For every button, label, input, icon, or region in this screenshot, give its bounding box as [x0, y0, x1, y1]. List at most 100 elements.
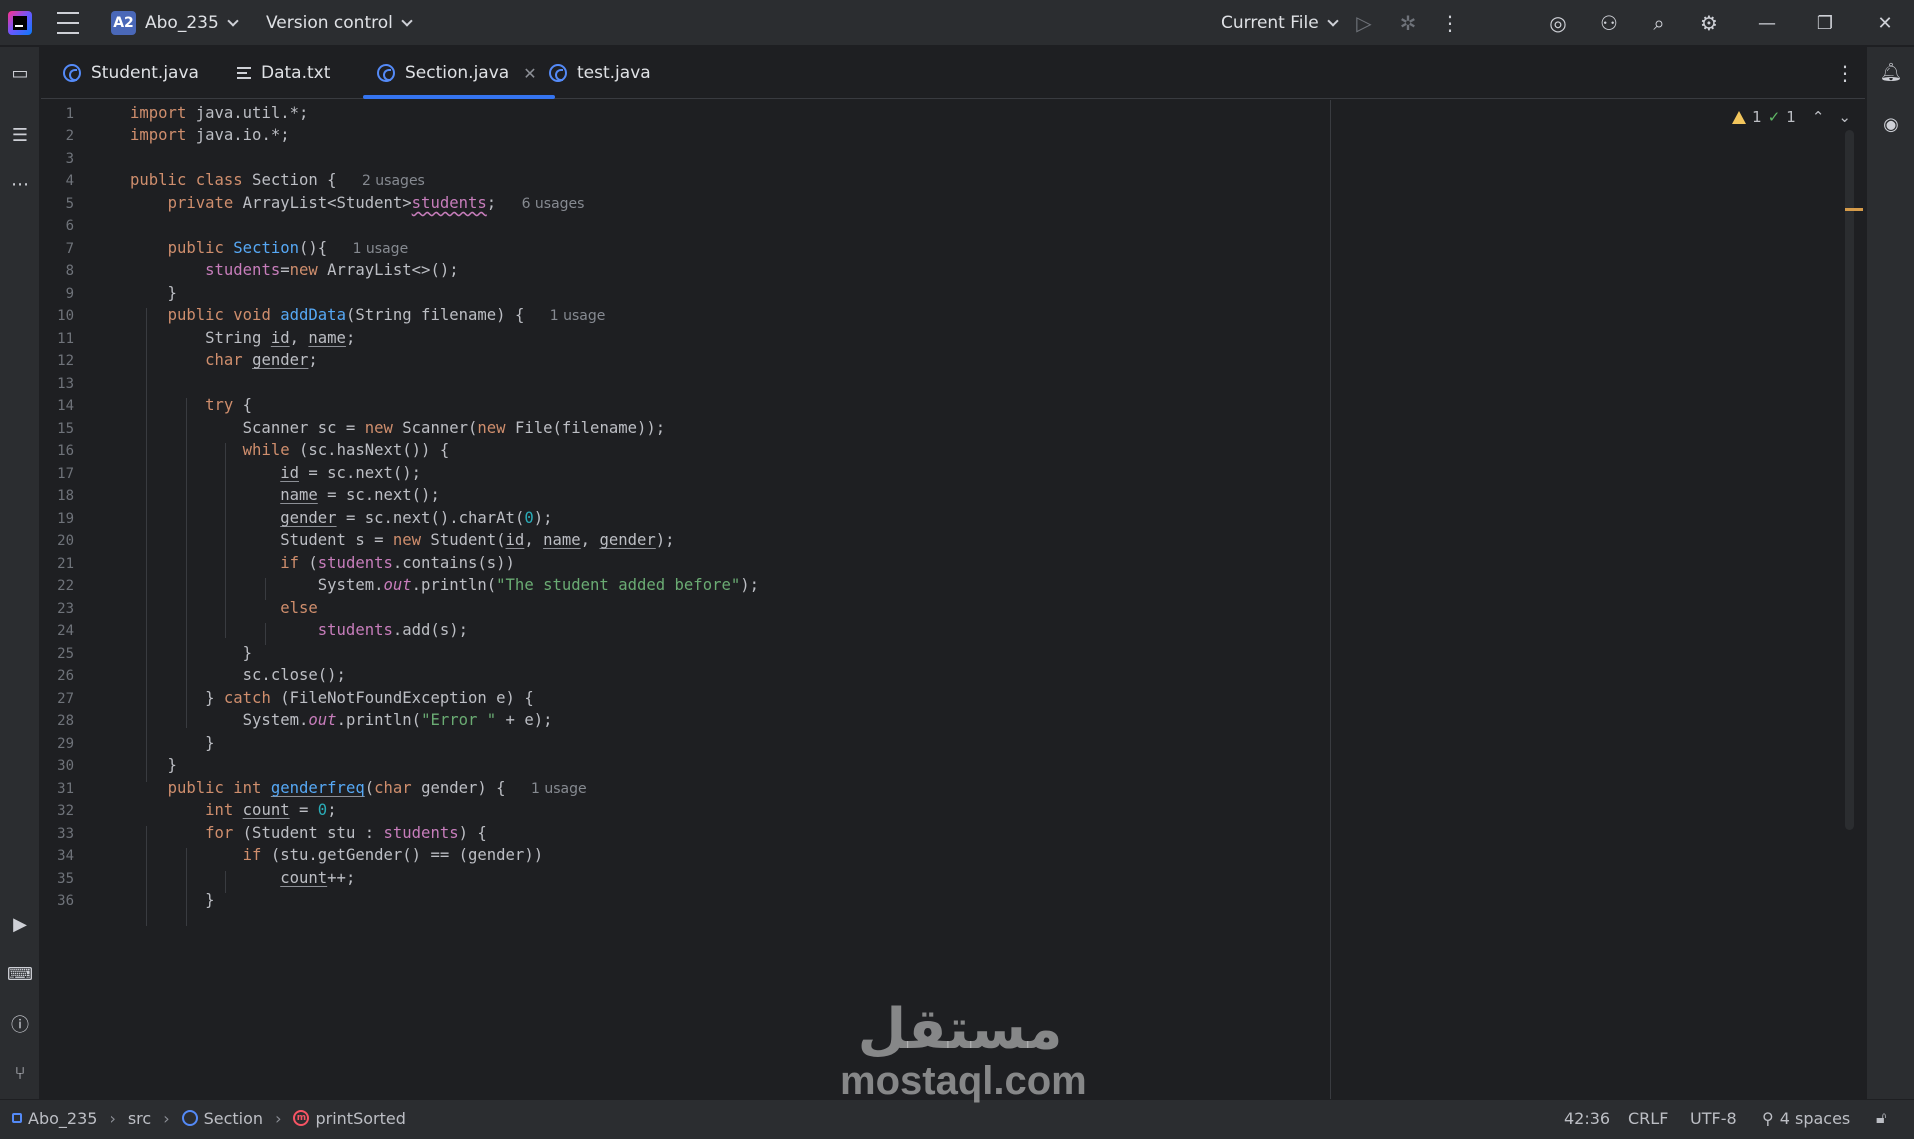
indent-setting[interactable]: ⚲ 4 spaces — [1762, 1100, 1850, 1136]
code-line: int count = 0; — [205, 801, 337, 819]
code-line: public void addData(String filename) { 1… — [167, 306, 606, 324]
line-number: 7 — [65, 241, 74, 257]
project-selector[interactable]: Abo_235 — [145, 0, 239, 46]
left-tool-strip: ▭ ☰ ⋯ ▶ ⌨ ⓘ ⑂ — [0, 47, 40, 1099]
right-tool-strip: 🔔︎ ◉ — [1866, 47, 1914, 1099]
line-number: 8 — [65, 263, 74, 279]
search-icon[interactable]: ⌕ — [1646, 10, 1672, 36]
chevron-up-icon[interactable]: ⌃ — [1812, 108, 1825, 126]
line-number: 26 — [57, 668, 74, 684]
line-number: 14 — [57, 398, 74, 414]
caret-position[interactable]: 42:36 — [1564, 1100, 1610, 1136]
tab-data-txt[interactable]: Data.txt — [237, 47, 330, 99]
minimize-icon[interactable]: — — [1738, 0, 1796, 46]
chevron-down-icon — [401, 14, 413, 27]
close-tab-icon[interactable]: ✕ — [523, 64, 536, 83]
usages-hint[interactable]: 1 usage — [550, 308, 606, 324]
lock-icon[interactable]: 🔓︎ — [1876, 1100, 1886, 1136]
settings-gear-icon[interactable]: ⚙ — [1696, 10, 1722, 36]
tab-label: test.java — [577, 63, 651, 83]
more-actions-icon[interactable]: ⋮ — [1437, 10, 1463, 36]
breadcrumb-item[interactable]: Section — [204, 1109, 263, 1128]
line-number: 34 — [57, 848, 74, 864]
code-line: students.add(s); — [317, 621, 468, 639]
status-bar: Abo_235 › src › Section › m printSorted … — [0, 1099, 1914, 1139]
usages-hint[interactable]: 1 usage — [531, 781, 587, 797]
add-user-icon[interactable]: ⚇ — [1596, 10, 1622, 36]
run-config-selector[interactable]: Current File — [1221, 0, 1339, 46]
vertical-scrollbar[interactable] — [1845, 130, 1854, 830]
breadcrumb-item[interactable]: printSorted — [315, 1109, 405, 1128]
vcs-label: Version control — [266, 13, 393, 33]
code-line: sc.close(); — [130, 666, 346, 684]
project-badge[interactable]: A2 — [111, 11, 136, 35]
text-file-icon — [237, 64, 251, 82]
line-number: 21 — [57, 556, 74, 572]
structure-icon[interactable]: ☰ — [7, 122, 33, 148]
problems-icon[interactable]: ⓘ — [7, 1011, 33, 1037]
code-line: count++; — [280, 869, 356, 887]
restore-icon[interactable]: ❐ — [1796, 0, 1854, 46]
chevron-right-icon: › — [275, 1108, 282, 1128]
warning-marker[interactable] — [1845, 208, 1863, 211]
git-branch-icon[interactable]: ⑂ — [7, 1060, 33, 1086]
breadcrumb-item[interactable]: src — [128, 1109, 151, 1128]
more-tools-icon[interactable]: ⋯ — [7, 171, 33, 197]
class-icon — [549, 64, 567, 82]
line-number: 24 — [57, 623, 74, 639]
line-number: 6 — [65, 218, 74, 234]
line-number: 1 — [65, 106, 74, 122]
line-number: 36 — [57, 893, 74, 909]
services-icon[interactable]: ▶ — [7, 911, 33, 937]
code-editor[interactable]: 1 2 3 4 5 6 7 8 9 10 11 12 13 14 15 16 1… — [41, 100, 1865, 1099]
line-number: 5 — [65, 196, 74, 212]
debug-icon[interactable]: ✲ — [1395, 10, 1421, 36]
ai-assistant-icon[interactable]: ◎ — [1545, 10, 1571, 36]
code-line: System.out.println("Error " + e); — [130, 711, 553, 729]
code-line: private ArrayList<Student>students; 6 us… — [167, 194, 585, 212]
code-line: if (students.contains(s)) — [280, 554, 515, 572]
tab-options-icon[interactable]: ⋮ — [1835, 61, 1855, 85]
line-number: 12 — [57, 353, 74, 369]
inspection-widget[interactable]: 1 ✓ 1 ⌃ ⌄ — [1732, 108, 1851, 126]
code-line: Scanner sc = new Scanner(new File(filena… — [130, 419, 666, 437]
usages-hint[interactable]: 6 usages — [522, 196, 585, 212]
line-separator[interactable]: CRLF — [1628, 1100, 1668, 1136]
line-number: 3 — [65, 151, 74, 167]
vcs-selector[interactable]: Version control — [266, 0, 413, 46]
line-number: 27 — [57, 691, 74, 707]
chevron-down-icon — [227, 14, 239, 27]
chevron-down-icon[interactable]: ⌄ — [1838, 108, 1851, 126]
main-menu-icon[interactable] — [56, 0, 80, 46]
line-number: 11 — [57, 331, 74, 347]
right-margin-guide — [1330, 100, 1331, 1099]
breadcrumb-item[interactable]: Abo_235 — [28, 1109, 97, 1128]
code-line: char gender; — [205, 351, 318, 369]
project-folder-icon[interactable]: ▭ — [7, 60, 33, 86]
usages-hint[interactable]: 1 usage — [353, 241, 409, 257]
terminal-icon[interactable]: ⌨ — [7, 961, 33, 987]
indent-icon: ⚲ — [1762, 1108, 1774, 1128]
run-icon[interactable]: ▷ — [1351, 10, 1377, 36]
class-icon — [377, 64, 395, 82]
code-line: public Section(){ 1 usage — [167, 239, 409, 257]
code-line: } — [130, 891, 215, 909]
code-line: try { — [205, 396, 253, 414]
close-window-icon[interactable]: ✕ — [1856, 0, 1914, 46]
code-line: System.out.println("The student added be… — [130, 576, 760, 594]
file-encoding[interactable]: UTF-8 — [1690, 1100, 1737, 1136]
usages-hint[interactable]: 2 usages — [362, 173, 425, 189]
line-number: 4 — [65, 173, 74, 189]
code-line: gender = sc.next().charAt(0); — [280, 509, 553, 527]
code-line: } — [130, 644, 253, 662]
line-number-gutter[interactable]: 1 2 3 4 5 6 7 8 9 10 11 12 13 14 15 16 1… — [41, 100, 96, 1099]
line-number: 16 — [57, 443, 74, 459]
code-line: id = sc.next(); — [280, 464, 422, 482]
ai-chat-icon[interactable]: ◉ — [1878, 111, 1904, 137]
tab-student-java[interactable]: Student.java — [63, 47, 199, 99]
notifications-bell-icon[interactable]: 🔔︎ — [1878, 59, 1904, 85]
tab-section-java[interactable]: Section.java ✕ — [363, 47, 555, 99]
line-number: 10 — [57, 308, 74, 324]
tab-test-java[interactable]: test.java — [549, 47, 651, 99]
intellij-logo-icon[interactable] — [8, 11, 32, 35]
